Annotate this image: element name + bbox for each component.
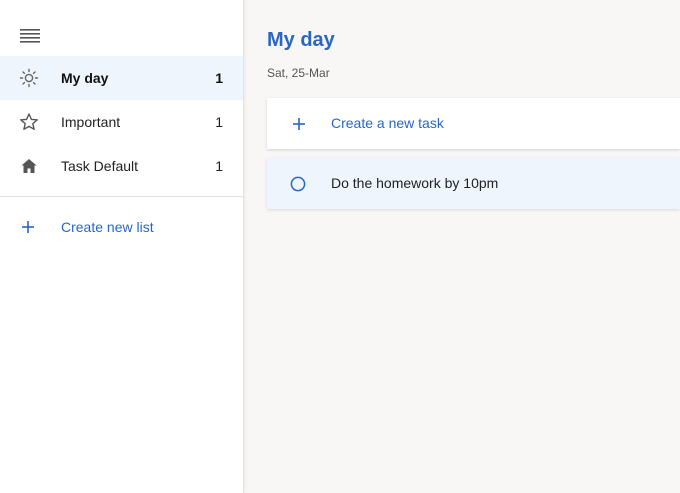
home-icon [19, 156, 39, 176]
task-item[interactable]: Do the homework by 10pm [267, 158, 680, 209]
plus-icon [21, 220, 35, 234]
sidebar-item-label: My day [61, 70, 109, 86]
sidebar-item-important[interactable]: Important 1 [0, 100, 243, 144]
sidebar-item-label: Task Default [61, 158, 139, 174]
create-new-task-label: Create a new task [331, 115, 444, 131]
star-icon [19, 112, 39, 132]
sidebar-item-count: 1 [215, 114, 223, 130]
sidebar-item-count: 1 [215, 70, 223, 86]
sidebar: My day 1 Important 1 Task Default 1 Crea… [0, 0, 244, 493]
task-label: Do the homework by 10pm [331, 175, 499, 191]
todo-app: My day 1 Important 1 Task Default 1 Crea… [0, 0, 680, 493]
sun-icon [19, 68, 39, 88]
sidebar-item-label: Important [61, 114, 121, 130]
sidebar-divider [0, 196, 243, 197]
task-complete-circle-icon[interactable] [290, 176, 306, 192]
main-panel: My day Sat, 25-Mar Create a new task Do … [244, 0, 680, 493]
sidebar-nav: My day 1 Important 1 Task Default 1 [0, 56, 243, 188]
create-new-list-button[interactable]: Create new list [0, 208, 243, 246]
hamburger-menu-icon[interactable] [20, 29, 40, 43]
sidebar-item-count: 1 [215, 158, 223, 174]
create-new-task-input[interactable]: Create a new task [267, 98, 680, 149]
page-date: Sat, 25-Mar [267, 66, 330, 80]
page-title: My day [267, 29, 335, 51]
plus-icon [292, 117, 306, 131]
create-new-list-label: Create new list [61, 219, 154, 235]
sidebar-item-task-default[interactable]: Task Default 1 [0, 144, 243, 188]
sidebar-item-my-day[interactable]: My day 1 [0, 56, 243, 100]
